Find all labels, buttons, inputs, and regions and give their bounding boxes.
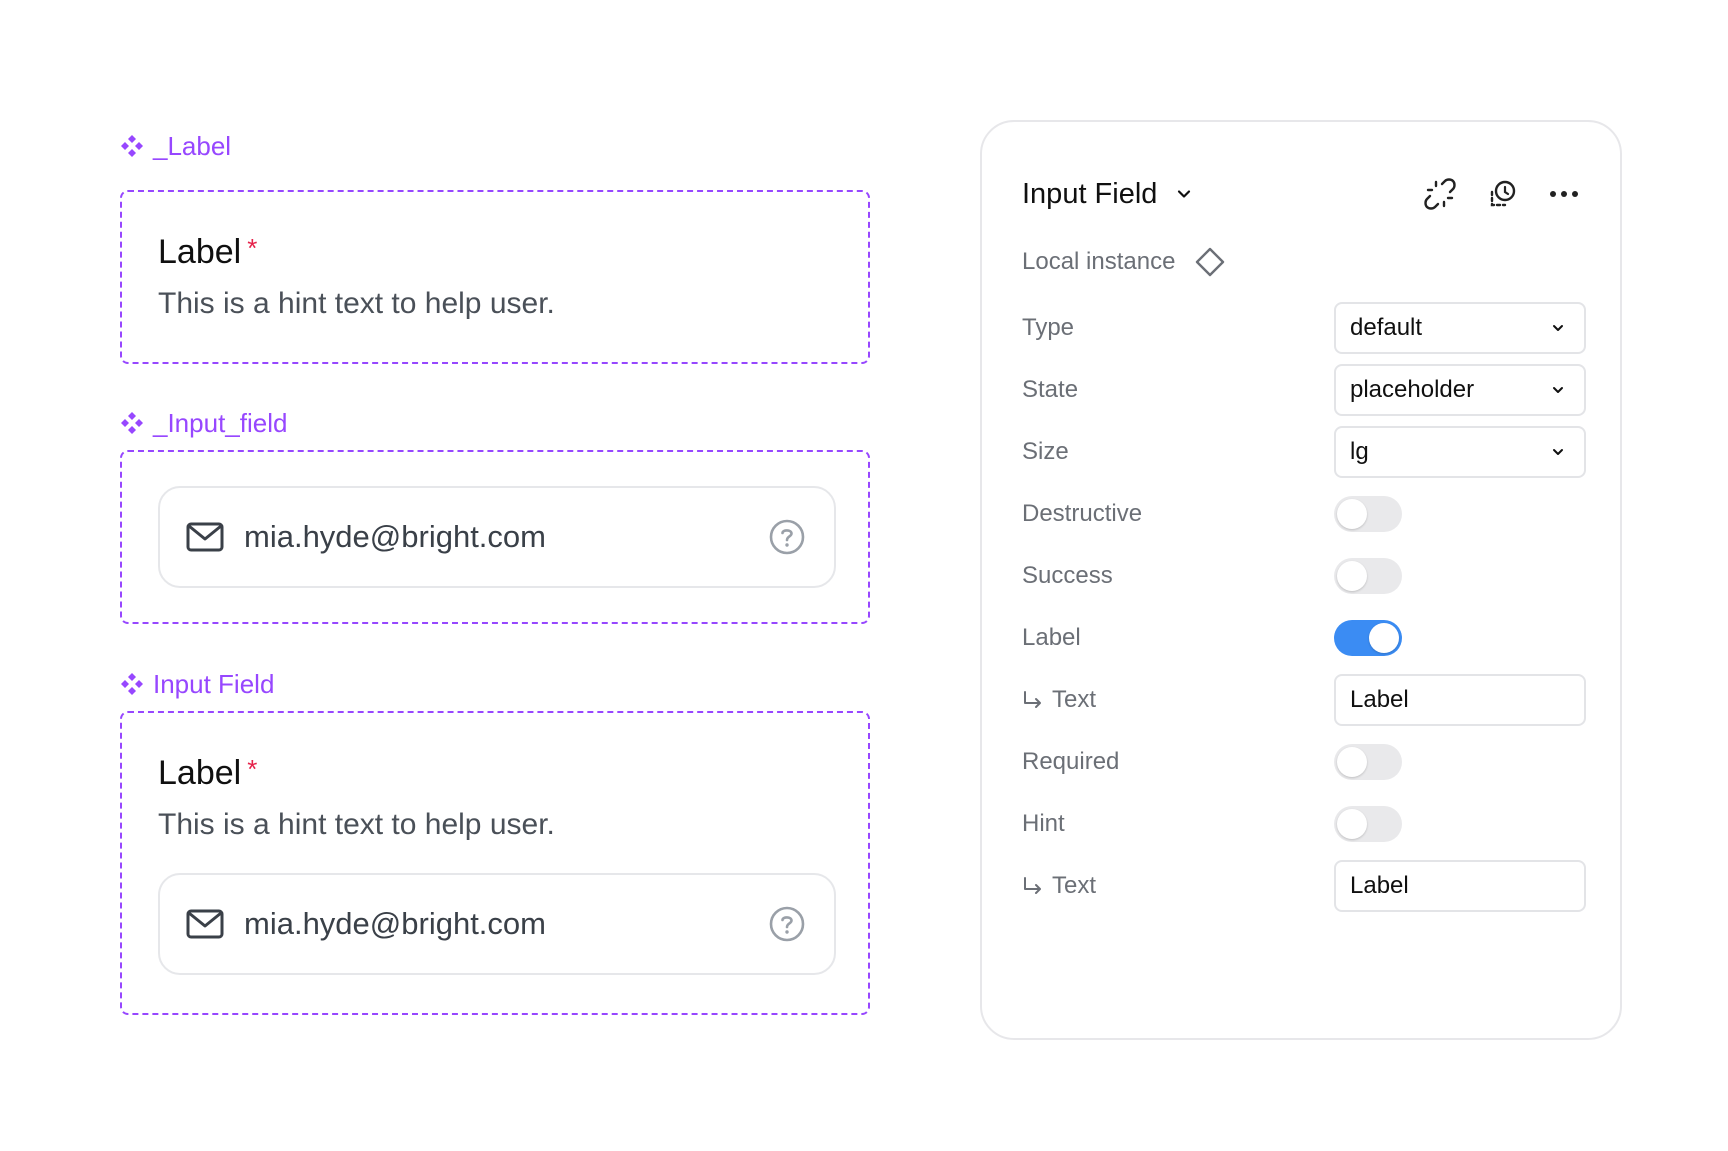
prop-row-label: Label (1022, 612, 1582, 664)
success-toggle[interactable] (1334, 558, 1402, 594)
input-field-component-title-text: _Input_field (153, 408, 288, 438)
size-select[interactable]: lg (1334, 426, 1586, 478)
email-input[interactable]: mia.hyde@bright.com (158, 873, 836, 975)
prop-label-hint: Hint (1022, 810, 1065, 837)
panel-title[interactable]: Input Field (1022, 178, 1157, 211)
local-instance-label: Local instance (1022, 248, 1176, 275)
chevron-down-icon (1550, 382, 1566, 398)
label-component-frame[interactable]: Label * This is a hint text to help user… (120, 190, 870, 364)
field-label: Label (158, 754, 242, 792)
prop-label-hint-text: Text (1022, 860, 1096, 912)
chevron-down-icon (1550, 444, 1566, 460)
mail-icon (186, 522, 224, 552)
input-field-component-frame[interactable]: mia.hyde@bright.com (120, 450, 870, 624)
local-instance[interactable]: Local instance (1022, 242, 1225, 282)
prop-row-hint-text: Text Label (1022, 860, 1586, 912)
prop-row-destructive: Destructive (1022, 488, 1582, 540)
help-circle-icon[interactable] (768, 905, 806, 943)
prop-label-label: Label (1022, 624, 1081, 651)
properties-panel: Input Field Local instance Type default … (980, 120, 1622, 1040)
prop-label-label-text: Text (1022, 674, 1096, 726)
toggle-knob (1337, 809, 1367, 839)
prop-label-label-text-text: Text (1052, 686, 1097, 713)
chevron-down-icon (1550, 320, 1566, 336)
prop-row-type: Type default (1022, 302, 1586, 354)
nested-arrow-icon (1022, 875, 1044, 897)
field-label: Label (158, 233, 242, 271)
input-field-full-frame[interactable]: Label * This is a hint text to help user… (120, 711, 870, 1015)
type-select-value: default (1350, 314, 1423, 341)
hint-text: This is a hint text to help user. (158, 808, 555, 841)
header-actions (1424, 174, 1580, 214)
detach-instance-icon[interactable] (1424, 178, 1456, 210)
prop-row-hint: Hint (1022, 798, 1582, 850)
chevron-down-icon[interactable] (1175, 185, 1193, 203)
prop-label-size: Size (1022, 438, 1069, 465)
hint-toggle[interactable] (1334, 806, 1402, 842)
nested-arrow-icon (1022, 689, 1044, 711)
required-asterisk: * (247, 754, 258, 784)
panel-header: Input Field (1022, 174, 1580, 214)
toggle-knob (1337, 499, 1367, 529)
reset-instance-icon[interactable] (1486, 178, 1518, 210)
prop-row-size: Size lg (1022, 426, 1586, 478)
email-input-value: mia.hyde@bright.com (244, 519, 546, 554)
component-icon (120, 672, 144, 696)
size-select-value: lg (1350, 438, 1369, 465)
label-row: Label * (158, 232, 868, 272)
toggle-knob (1337, 747, 1367, 777)
email-input[interactable]: mia.hyde@bright.com (158, 486, 836, 588)
required-asterisk: * (247, 233, 258, 263)
prop-label-destructive: Destructive (1022, 500, 1143, 527)
destructive-toggle[interactable] (1334, 496, 1402, 532)
instance-diamond-icon (1195, 247, 1225, 277)
prop-label-required: Required (1022, 748, 1120, 775)
help-circle-icon[interactable] (768, 518, 806, 556)
input-field-full-title[interactable]: Input Field (120, 669, 274, 699)
type-select[interactable]: default (1334, 302, 1586, 354)
toggle-knob (1369, 623, 1399, 653)
label-row: Label * (158, 753, 868, 793)
required-toggle[interactable] (1334, 744, 1402, 780)
prop-row-required: Required (1022, 736, 1582, 788)
input-field-component-title[interactable]: _Input_field (120, 408, 287, 438)
state-select-value: placeholder (1350, 376, 1475, 403)
label-component-title[interactable]: _Label (120, 131, 231, 161)
prop-label-type: Type (1022, 314, 1075, 341)
prop-row-success: Success (1022, 550, 1582, 602)
email-input-value: mia.hyde@bright.com (244, 906, 546, 941)
prop-label-state: State (1022, 376, 1079, 403)
more-options-icon[interactable] (1548, 178, 1580, 210)
label-text-input[interactable]: Label (1334, 674, 1586, 726)
state-select[interactable]: placeholder (1334, 364, 1586, 416)
prop-label-hint-text-text: Text (1052, 872, 1097, 899)
input-field-full-title-text: Input Field (153, 669, 275, 699)
component-icon (120, 134, 144, 158)
prop-row-state: State placeholder (1022, 364, 1586, 416)
hint-text: This is a hint text to help user. (158, 287, 555, 320)
label-component-title-text: _Label (153, 131, 232, 161)
prop-label-success: Success (1022, 562, 1113, 589)
prop-row-label-text: Text Label (1022, 674, 1586, 726)
component-icon (120, 411, 144, 435)
mail-icon (186, 909, 224, 939)
toggle-knob (1337, 561, 1367, 591)
hint-text-input[interactable]: Label (1334, 860, 1586, 912)
label-toggle[interactable] (1334, 620, 1402, 656)
